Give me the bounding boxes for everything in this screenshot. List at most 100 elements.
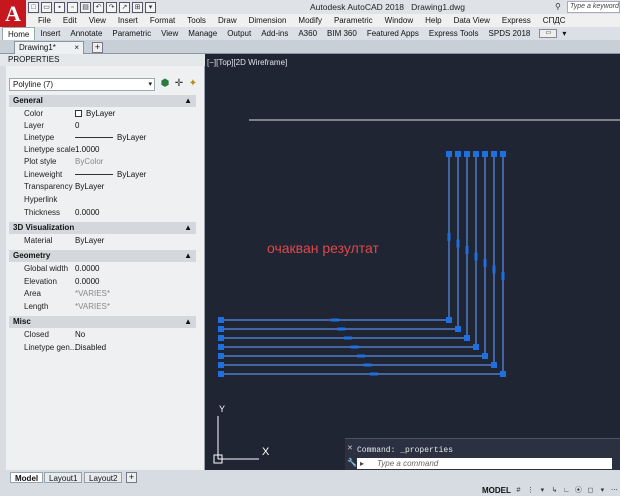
grip-corner[interactable] [455,326,461,332]
plot-icon[interactable]: ▤ [80,1,91,13]
prop-row[interactable]: Lineweight ByLayer [9,169,196,181]
section-geometry[interactable]: Geometry ▲ [9,250,196,262]
menu-data-view[interactable]: Data View [448,16,496,25]
more-icon[interactable]: ⋯ [610,486,619,495]
undo-icon[interactable]: ↶ [93,1,104,13]
open-file-icon[interactable]: ▭ [41,1,52,13]
grip-corner[interactable] [464,335,470,341]
menu-view[interactable]: View [83,16,112,25]
menu-parametric[interactable]: Parametric [328,16,379,25]
save-as-icon[interactable]: ▫ [67,1,78,13]
dropdown-arrow-icon[interactable]: ▾ [538,486,547,495]
grip-mid-horizontal[interactable] [357,354,365,358]
snap-icon[interactable]: ⋮ [526,486,535,495]
redo-icon[interactable]: ↷ [106,1,117,13]
prop-row[interactable]: Area *VARIES* [9,288,196,300]
grip-mid-vertical[interactable] [483,259,487,267]
grip-end[interactable] [482,151,488,157]
tab-model[interactable]: Model [10,472,44,483]
prop-row[interactable]: Elevation 0.0000 [9,276,196,288]
prop-row[interactable]: Closed No [9,329,196,341]
tab-output[interactable]: Output [222,27,256,40]
tab-view[interactable]: View [156,27,183,40]
menu-window[interactable]: Window [379,16,419,25]
new-tab-button[interactable]: + [92,42,103,53]
tab-a360[interactable]: A360 [293,27,322,40]
save-icon[interactable]: ▪ [54,1,65,13]
grip-end[interactable] [500,151,506,157]
grip-corner[interactable] [446,317,452,323]
tab-annotate[interactable]: Annotate [65,27,107,40]
new-file-icon[interactable]: □ [28,1,39,13]
grip-mid-horizontal[interactable] [370,372,378,376]
collapse-icon[interactable]: ▲ [184,316,192,328]
share-icon[interactable]: ↗ [119,1,130,13]
menu-insert[interactable]: Insert [112,16,144,25]
section-3d-visualization[interactable]: 3D Visualization ▲ [9,222,196,234]
command-input[interactable]: ▸ Type a command [357,458,612,469]
model-space-toggle[interactable]: MODEL [482,486,511,495]
prop-row[interactable]: Thickness 0.0000 [9,207,196,219]
prop-row[interactable]: Hyperlink [9,194,196,206]
menu-draw[interactable]: Draw [212,16,243,25]
tab-featured-apps[interactable]: Featured Apps [362,27,424,40]
grip-mid-horizontal[interactable] [344,336,352,340]
osnap-icon[interactable]: ◻ [586,486,595,495]
annotation-text[interactable]: очакван резултат [267,240,379,256]
grip-mid-vertical[interactable] [492,265,496,274]
menu-modify[interactable]: Modify [292,16,328,25]
menu-spds[interactable]: СПДС [537,16,572,25]
tab-parametric[interactable]: Parametric [107,27,156,40]
toggle-pickadd-icon[interactable]: ⬢ [159,78,171,90]
grip-start[interactable] [218,353,224,359]
tab-home[interactable]: Home [2,27,36,40]
quick-select-icon[interactable]: ✦ [187,78,199,90]
search-input[interactable]: Type a keyword or phrase [567,1,620,13]
menu-help[interactable]: Help [419,16,447,25]
prop-row[interactable]: Layer 0 [9,120,196,132]
ribbon-minimize-icon[interactable]: ▭ [539,29,558,38]
grip-end[interactable] [455,151,461,157]
tab-layout1[interactable]: Layout1 [44,472,83,483]
grip-mid-vertical[interactable] [447,233,451,241]
menu-edit[interactable]: Edit [57,16,83,25]
grip-corner[interactable] [491,362,497,368]
drawing-viewport[interactable]: [−][Top][2D Wireframe] очакван резултат … [205,54,620,470]
prop-row[interactable]: Length *VARIES* [9,301,196,313]
close-icon[interactable]: × [74,42,79,54]
collapse-icon[interactable]: ▲ [184,250,192,262]
tab-insert[interactable]: Insert [35,27,65,40]
menu-dimension[interactable]: Dimension [243,16,293,25]
grip-start[interactable] [218,371,224,377]
grip-corner[interactable] [500,371,506,377]
prop-row[interactable]: Color ByLayer [9,108,196,120]
tab-spds-2018[interactable]: SPDS 2018 [484,27,536,40]
tab-express-tools[interactable]: Express Tools [424,27,484,40]
section-general[interactable]: General ▲ [9,95,196,107]
prop-row[interactable]: Plot style ByColor [9,156,196,168]
grip-start[interactable] [218,344,224,350]
search-icon[interactable]: ⚲ [555,2,565,12]
palette-titlebar-strip[interactable] [0,66,6,470]
application-menu-button[interactable]: A [0,0,26,28]
tab-add-ins[interactable]: Add-ins [256,27,293,40]
grip-mid-vertical[interactable] [465,246,469,254]
select-objects-icon[interactable]: ✛ [173,78,185,90]
grip-mid-horizontal[interactable] [337,327,346,331]
ortho-icon[interactable]: ∟ [562,486,571,495]
grip-start[interactable] [218,317,224,323]
dropdown-arrow-icon[interactable]: ▾ [598,486,607,495]
tab-manage[interactable]: Manage [183,27,222,40]
grip-mid-horizontal[interactable] [331,318,339,322]
grip-start[interactable] [218,335,224,341]
grip-mid-vertical[interactable] [456,239,460,248]
grip-corner[interactable] [482,353,488,359]
grip-end[interactable] [473,151,479,157]
prop-row[interactable]: Linetype scale 1.0000 [9,144,196,156]
grip-end[interactable] [464,151,470,157]
infer-constraints-icon[interactable]: ↳ [550,486,559,495]
dropdown-arrow-icon[interactable]: ▾ [145,1,156,13]
prop-row[interactable]: Material ByLayer [9,235,196,247]
grip-mid-vertical[interactable] [474,252,478,261]
grip-end[interactable] [446,151,452,157]
